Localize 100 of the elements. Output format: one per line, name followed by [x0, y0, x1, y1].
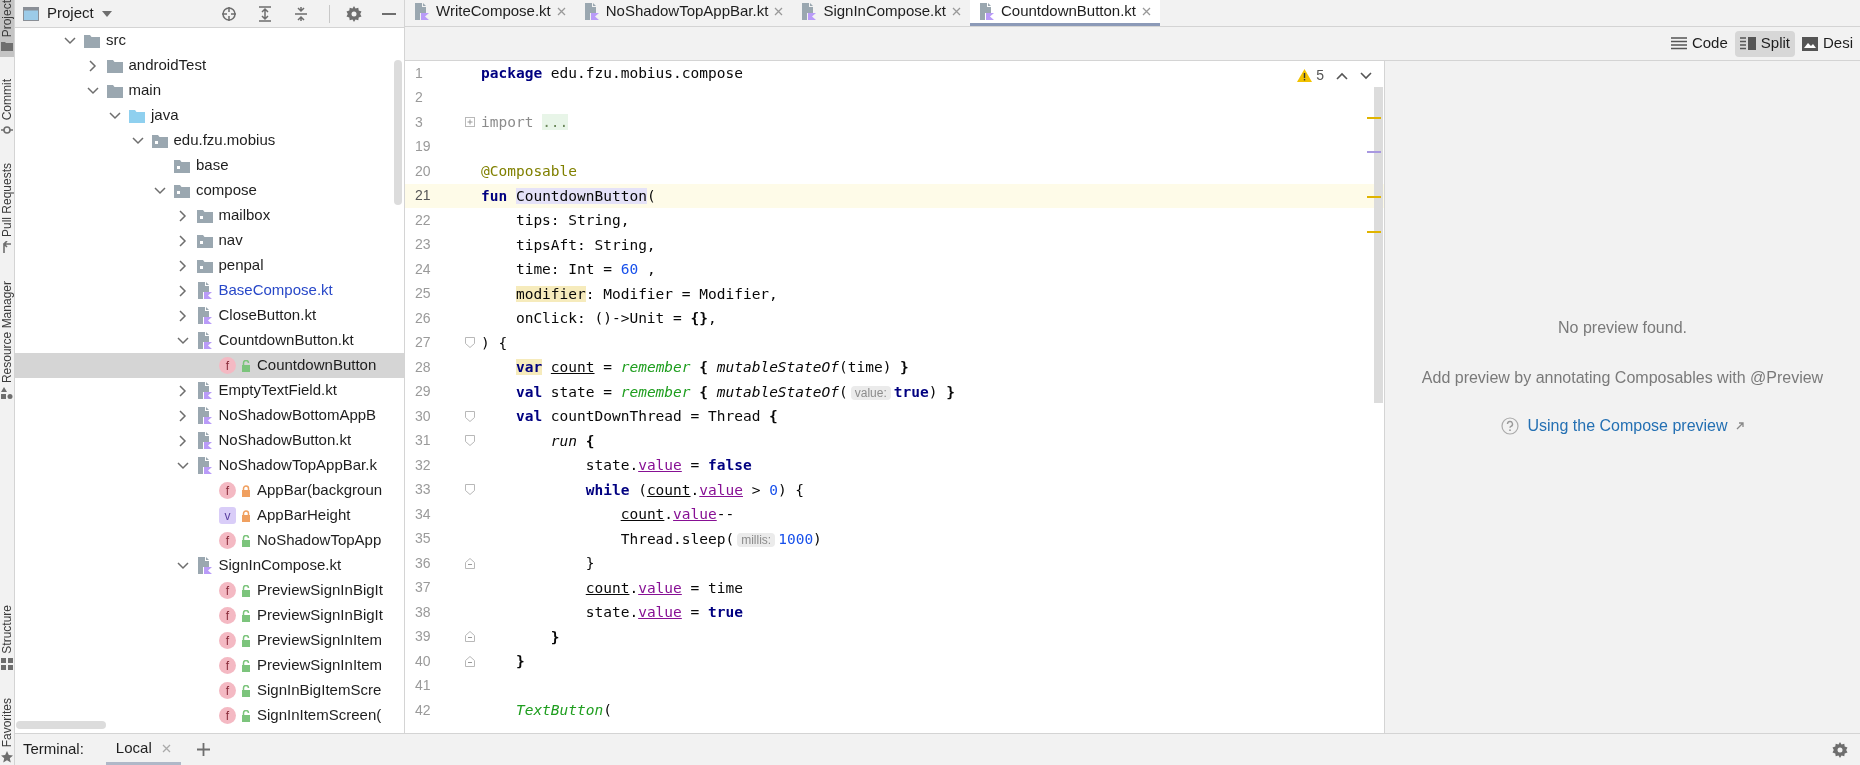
- tree-row[interactable]: main: [15, 78, 404, 103]
- tree-row[interactable]: java: [15, 103, 404, 128]
- fold-marker-icon[interactable]: [465, 117, 475, 128]
- tree-row[interactable]: src: [15, 28, 404, 53]
- chevron-right-icon[interactable]: [178, 384, 187, 397]
- view-mode-button[interactable]: Code: [1665, 30, 1733, 57]
- close-icon[interactable]: [1142, 7, 1152, 16]
- tree-row[interactable]: f CountdownButton: [15, 353, 404, 378]
- chevron-right-icon[interactable]: [178, 284, 187, 297]
- editor-tab[interactable]: SignInCompose.kt: [792, 0, 970, 26]
- tree-item-label[interactable]: compose: [196, 179, 257, 202]
- tree-row[interactable]: NoShadowButton.kt: [15, 428, 404, 453]
- tool-window-button[interactable]: Structure: [0, 604, 14, 676]
- add-icon[interactable]: [196, 743, 210, 756]
- tree-item-label[interactable]: CountdownButton.kt: [218, 329, 354, 352]
- tree-row[interactable]: penpal: [15, 253, 404, 278]
- tree-row[interactable]: f PreviewSignInItem: [15, 628, 404, 653]
- locate-icon[interactable]: [221, 5, 237, 22]
- tree-item-label[interactable]: PreviewSignInItem: [257, 629, 383, 652]
- fold-marker-icon[interactable]: [465, 631, 475, 643]
- editor-tab[interactable]: NoShadowTopAppBar.kt: [574, 0, 793, 26]
- tree-row[interactable]: nav: [15, 228, 404, 253]
- close-icon[interactable]: [774, 7, 784, 16]
- tree-row[interactable]: v AppBarHeight: [15, 503, 404, 528]
- scrollbar-thumb[interactable]: [394, 60, 402, 205]
- view-mode-button[interactable]: Desi: [1797, 30, 1858, 57]
- tree-item-label[interactable]: NoShadowBottomAppB: [218, 404, 377, 427]
- tool-window-button[interactable]: Favorites: [0, 697, 14, 765]
- tree-row[interactable]: f NoShadowTopApp: [15, 528, 404, 553]
- fold-marker-icon[interactable]: [465, 557, 475, 569]
- chevron-right-icon[interactable]: [178, 259, 187, 272]
- tool-window-button[interactable]: Commit: [0, 79, 14, 141]
- tree-item-label[interactable]: java: [151, 104, 179, 127]
- tree-row[interactable]: BaseCompose.kt: [15, 278, 404, 303]
- tree-item-label[interactable]: edu.fzu.mobius: [173, 129, 276, 152]
- tree-row[interactable]: CloseButton.kt: [15, 303, 404, 328]
- tree-row[interactable]: f PreviewSignInBigIt: [15, 603, 404, 628]
- settings-icon[interactable]: [346, 5, 362, 22]
- dropdown-caret-icon[interactable]: [101, 10, 112, 17]
- tree-row[interactable]: androidTest: [15, 53, 404, 78]
- fold-marker-icon[interactable]: [465, 655, 475, 667]
- fold-marker-icon[interactable]: [465, 435, 475, 447]
- tree-item-label[interactable]: penpal: [218, 254, 264, 277]
- tree-row[interactable]: edu.fzu.mobius: [15, 128, 404, 153]
- tree-item-label[interactable]: SignInCompose.kt: [218, 554, 342, 577]
- tree-item-label[interactable]: CloseButton.kt: [218, 304, 317, 327]
- fold-marker-icon[interactable]: [465, 337, 475, 349]
- tree-row[interactable]: f SignInItemScreen(: [15, 703, 404, 728]
- tree-item-label[interactable]: base: [196, 154, 229, 177]
- chevron-right-icon[interactable]: [178, 234, 187, 247]
- chevron-right-icon[interactable]: [178, 309, 187, 322]
- settings-icon[interactable]: [1832, 741, 1848, 758]
- tree-row[interactable]: mailbox: [15, 203, 404, 228]
- tree-item-label[interactable]: NoShadowButton.kt: [218, 429, 352, 452]
- chevron-down-icon[interactable]: [131, 136, 144, 145]
- tree-item-label[interactable]: SignInItemScreen(: [257, 704, 382, 727]
- tree-item-label[interactable]: SignInBigItemScre: [257, 679, 382, 702]
- tree-row[interactable]: f AppBar(backgroun: [15, 478, 404, 503]
- tool-window-button[interactable]: Pull Requests: [0, 162, 14, 259]
- fold-marker-icon[interactable]: [465, 410, 475, 422]
- chevron-right-icon[interactable]: [178, 409, 187, 422]
- tree-item-label[interactable]: PreviewSignInItem: [257, 654, 383, 677]
- tree-item-label[interactable]: PreviewSignInBigIt: [257, 604, 383, 627]
- tree-row[interactable]: compose: [15, 178, 404, 203]
- editor-tab[interactable]: CountdownButton.kt: [969, 0, 1161, 26]
- close-icon[interactable]: [556, 7, 566, 16]
- chevron-right-icon[interactable]: [88, 59, 97, 72]
- next-icon[interactable]: [1360, 71, 1372, 80]
- chevron-down-icon[interactable]: [86, 86, 99, 95]
- tree-item-label[interactable]: CountdownButton: [257, 354, 377, 377]
- tree-row[interactable]: f PreviewSignInBigIt: [15, 578, 404, 603]
- tree-row[interactable]: base: [15, 153, 404, 178]
- tree-item-label[interactable]: mailbox: [218, 204, 271, 227]
- chevron-down-icon[interactable]: [64, 36, 76, 45]
- tree-row[interactable]: EmptyTextField.kt: [15, 378, 404, 403]
- view-mode-button[interactable]: Split: [1734, 30, 1795, 57]
- tool-window-button[interactable]: Project: [0, 0, 14, 58]
- terminal-tab[interactable]: Local: [105, 734, 181, 765]
- chevron-right-icon[interactable]: [178, 209, 187, 222]
- chevron-down-icon[interactable]: [109, 111, 121, 120]
- tool-window-button[interactable]: Resource Manager: [0, 280, 14, 405]
- tree-item-label[interactable]: NoShadowTopApp: [257, 529, 382, 552]
- tree-item-label[interactable]: AppBar(backgroun: [257, 479, 383, 502]
- tree-item-label[interactable]: nav: [218, 229, 243, 252]
- tree-item-label[interactable]: BaseCompose.kt: [218, 279, 333, 302]
- tree-row[interactable]: CountdownButton.kt: [15, 328, 404, 353]
- scrollbar-thumb[interactable]: [16, 721, 106, 729]
- previous-icon[interactable]: [1336, 71, 1348, 80]
- close-icon[interactable]: [951, 7, 961, 16]
- chevron-right-icon[interactable]: [178, 434, 187, 447]
- expand-all-icon[interactable]: [257, 5, 273, 22]
- tree-row[interactable]: f SignInBigItemScre: [15, 678, 404, 703]
- collapse-all-icon[interactable]: [293, 5, 309, 22]
- tree-row[interactable]: SignInCompose.kt: [15, 553, 404, 578]
- tree-item-label[interactable]: AppBarHeight: [257, 504, 351, 527]
- fold-marker-icon[interactable]: [465, 484, 475, 496]
- tree-item-label[interactable]: src: [106, 29, 126, 52]
- chevron-down-icon[interactable]: [176, 461, 189, 470]
- tree-item-label[interactable]: NoShadowTopAppBar.k: [218, 454, 377, 477]
- tree-row[interactable]: NoShadowBottomAppB: [15, 403, 404, 428]
